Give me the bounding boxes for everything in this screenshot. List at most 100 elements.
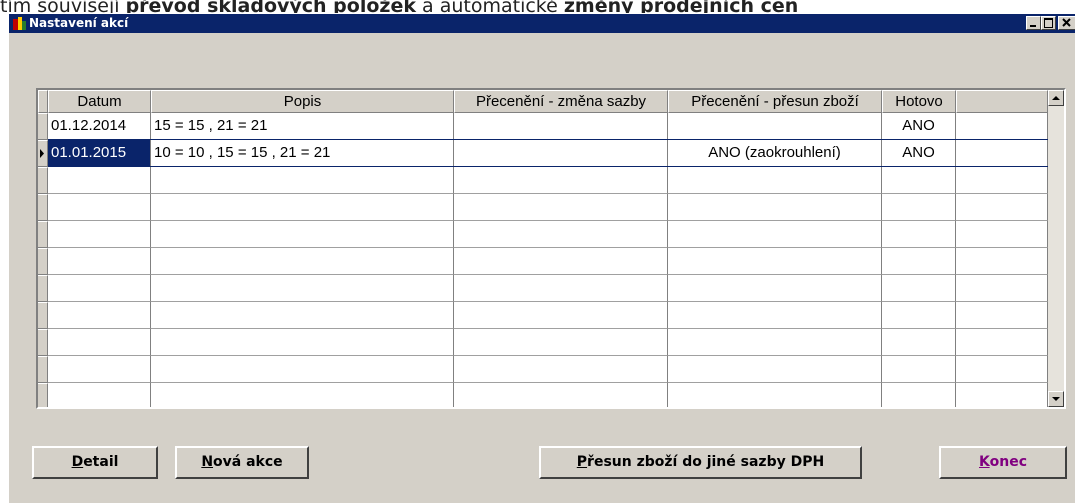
grid-cell-empty[interactable] [956,167,1048,194]
grid-cell-empty[interactable] [151,221,454,248]
row-indicator[interactable] [38,113,48,140]
maximize-button[interactable] [1041,16,1056,30]
grid-cell-hotovo[interactable]: ANO [882,113,956,140]
vertical-scrollbar[interactable] [1048,90,1064,407]
grid-cell-empty[interactable] [882,329,956,356]
grid-cell-empty[interactable] [668,356,882,383]
grid-cell-empty[interactable] [668,302,882,329]
grid-cell-empty[interactable] [668,194,882,221]
row-indicator[interactable] [38,383,48,407]
grid-cell-empty[interactable] [454,356,668,383]
column-header-zmena-sazby[interactable]: Přecenění - změna sazby [454,90,668,113]
grid-cell-empty[interactable] [882,275,956,302]
minimize-icon [1030,25,1036,27]
grid-cell-empty[interactable] [151,275,454,302]
window-title: Nastavení akcí [29,16,129,30]
close-button[interactable] [1058,16,1075,30]
grid-cell-empty[interactable] [454,194,668,221]
grid-cell-empty[interactable] [882,194,956,221]
grid-cell-empty[interactable] [454,329,668,356]
grid-cell-empty[interactable] [454,275,668,302]
grid-cell-empty[interactable] [48,275,151,302]
grid-cell-empty[interactable] [882,383,956,407]
title-bar[interactable]: Nastavení akcí [9,14,1075,33]
konec-button[interactable]: Konec [939,446,1067,479]
grid-cell-datum[interactable]: 01.12.2014 [48,113,151,140]
row-indicator[interactable] [38,275,48,302]
grid-cell-empty[interactable] [151,329,454,356]
grid-cell-empty[interactable] [956,383,1048,407]
presun-zbozi-button[interactable]: Přesun zboží do jiné sazby DPH [539,446,862,479]
grid-cell-empty[interactable] [956,356,1048,383]
grid-cell-popis[interactable]: 15 = 15 , 21 = 21 [151,113,454,140]
row-indicator[interactable] [38,167,48,194]
akce-grid[interactable]: Datum Popis Přecenění - změna sazby Přec… [36,88,1066,409]
grid-cell-empty[interactable] [668,167,882,194]
grid-cell-empty[interactable] [668,383,882,407]
grid-cell-empty[interactable] [454,167,668,194]
grid-cell-empty[interactable] [956,302,1048,329]
scroll-up-button[interactable] [1048,90,1064,106]
grid-cell-empty[interactable] [48,194,151,221]
grid-cell-empty[interactable] [956,221,1048,248]
row-indicator[interactable] [38,302,48,329]
grid-cell-empty[interactable] [48,221,151,248]
grid-cell-empty[interactable] [956,113,1048,140]
grid-cell-empty[interactable] [151,167,454,194]
presun-accel: P [576,454,588,470]
grid-cell-empty[interactable] [956,140,1048,167]
grid-cell-empty[interactable] [48,356,151,383]
grid-cell-empty[interactable] [668,248,882,275]
grid-cell-empty[interactable] [151,248,454,275]
grid-cell-empty[interactable] [668,275,882,302]
grid-cell-presun_zbozi[interactable] [668,113,882,140]
column-header-presun-zbozi[interactable]: Přecenění - přesun zboží [668,90,882,113]
grid-cell-empty[interactable] [48,248,151,275]
column-header-datum[interactable]: Datum [48,90,151,113]
grid-cell-empty[interactable] [454,221,668,248]
row-indicator[interactable] [38,140,48,167]
grid-cell-empty[interactable] [668,221,882,248]
row-indicator[interactable] [38,194,48,221]
grid-cell-empty[interactable] [454,302,668,329]
grid-cell-presun_zbozi[interactable]: ANO (zaokrouhlení) [668,140,882,167]
grid-cell-empty[interactable] [454,383,668,407]
grid-cell-empty[interactable] [956,194,1048,221]
grid-cell-empty[interactable] [882,248,956,275]
grid-cell-empty[interactable] [48,167,151,194]
grid-cell-empty[interactable] [956,248,1048,275]
grid-cell-empty[interactable] [151,383,454,407]
nova-akce-button[interactable]: Nová akce [175,446,309,479]
column-header-hotovo[interactable]: Hotovo [882,90,956,113]
grid-cell-datum[interactable]: 01.01.2015 [48,140,151,167]
grid-cell-zmena_sazby[interactable] [454,113,668,140]
grid-cell-empty[interactable] [48,329,151,356]
minimize-button[interactable] [1026,16,1041,30]
row-indicator[interactable] [38,221,48,248]
grid-cell-empty[interactable] [151,194,454,221]
detail-button[interactable]: Detail [32,446,158,479]
grid-cell-empty[interactable] [151,356,454,383]
scroll-down-button[interactable] [1048,391,1064,407]
grid-cell-empty[interactable] [151,302,454,329]
presun-label: řesun zboží do jiné sazby DPH [587,454,825,470]
row-indicator[interactable] [38,356,48,383]
grid-cell-hotovo[interactable]: ANO [882,140,956,167]
grid-cell-empty[interactable] [48,383,151,407]
grid-cell-empty[interactable] [956,329,1048,356]
grid-cell-empty[interactable] [882,302,956,329]
grid-cell-empty[interactable] [454,248,668,275]
grid-cell-zmena_sazby[interactable] [454,140,668,167]
column-header-popis[interactable]: Popis [151,90,454,113]
grid-cell-empty[interactable] [956,275,1048,302]
grid-cell-empty[interactable] [48,302,151,329]
grid-header-indicator [38,90,48,113]
grid-cell-empty[interactable] [882,167,956,194]
grid-cell-empty[interactable] [668,329,882,356]
grid-cell-empty[interactable] [882,221,956,248]
row-indicator[interactable] [38,329,48,356]
grid-cell-popis[interactable]: 10 = 10 , 15 = 15 , 21 = 21 [151,140,454,167]
grid-cell-empty[interactable] [882,356,956,383]
row-indicator[interactable] [38,248,48,275]
app-icon [13,17,26,30]
